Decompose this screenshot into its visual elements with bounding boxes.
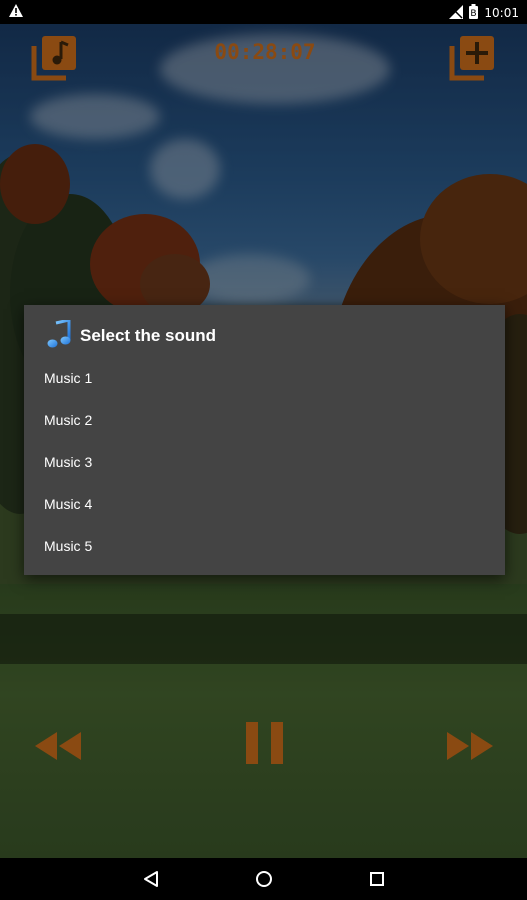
warning-triangle-icon: [9, 4, 23, 20]
recents-square-icon[interactable]: [369, 870, 385, 893]
music-playlist-icon: [30, 36, 80, 86]
add-playlist-button[interactable]: [448, 32, 498, 82]
add-playlist-icon: [448, 36, 498, 86]
fast-forward-icon: [445, 732, 495, 766]
list-item-music-1[interactable]: Music 1: [24, 357, 505, 399]
status-clock: 10:01: [484, 6, 519, 20]
fast-forward-button[interactable]: [445, 730, 495, 767]
dialog-title: Select the sound: [46, 317, 217, 353]
svg-text:B: B: [471, 9, 477, 19]
pause-button[interactable]: [244, 720, 286, 771]
select-sound-dialog: Select the sound Music 1 Music 2 Music 3…: [24, 305, 505, 575]
back-triangle-icon[interactable]: [143, 870, 159, 893]
battery-icon: B: [469, 4, 479, 22]
pause-icon: [244, 722, 286, 770]
signal-muted-icon: [449, 4, 464, 22]
rewind-button[interactable]: [33, 730, 83, 767]
list-item-music-5[interactable]: Music 5: [24, 525, 505, 567]
home-circle-icon[interactable]: [255, 870, 273, 893]
navigation-bar: [0, 858, 527, 900]
playlist-button[interactable]: [30, 32, 80, 82]
list-item-music-2[interactable]: Music 2: [24, 399, 505, 441]
list-item-music-4[interactable]: Music 4: [24, 483, 505, 525]
status-bar: B 10:01: [0, 0, 527, 24]
list-item-music-3[interactable]: Music 3: [24, 441, 505, 483]
rewind-icon: [33, 732, 83, 766]
dialog-title-text: Select the sound: [80, 326, 217, 345]
music-note-icon: [46, 317, 72, 353]
elapsed-timer: 00:28:07: [214, 40, 316, 64]
